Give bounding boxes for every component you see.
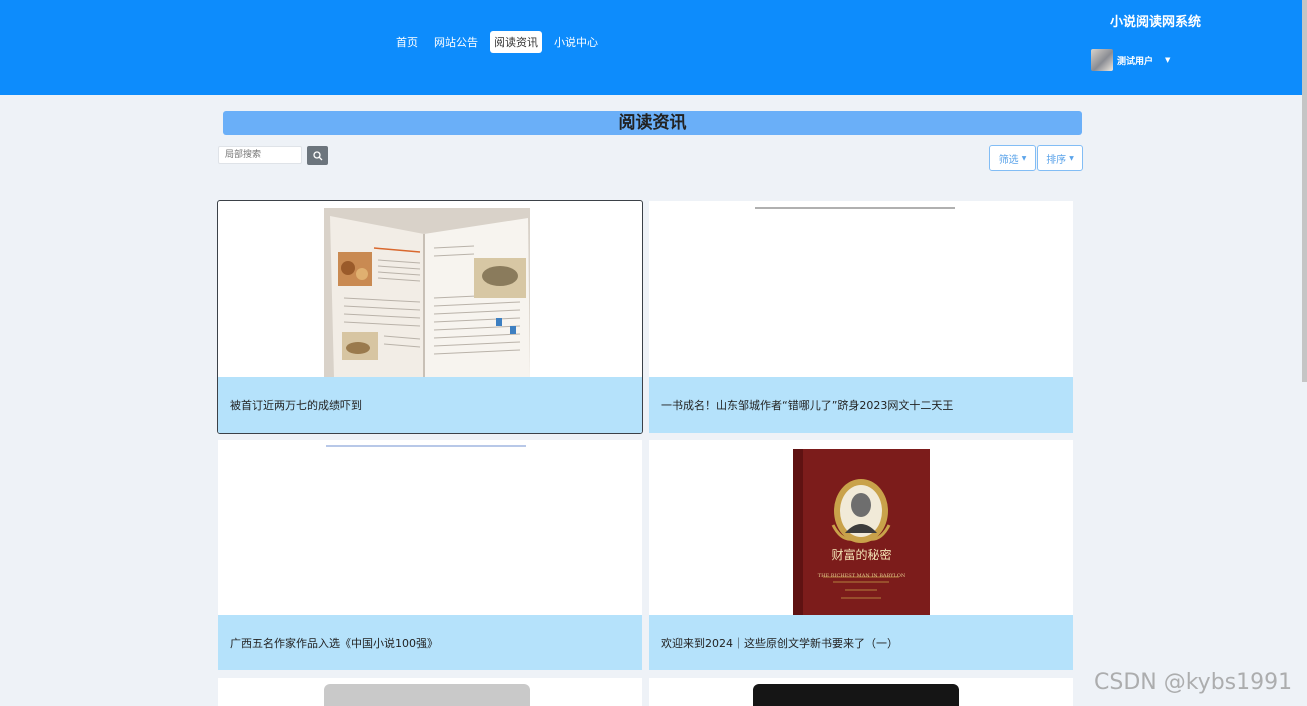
article-card[interactable] [649,678,1073,706]
top-navbar: 首页 网站公告 阅读资讯 小说中心 小说阅读网系统 测试用户 ▼ [0,0,1307,95]
article-card[interactable] [218,678,642,706]
nav-announcements[interactable]: 网站公告 [430,31,482,53]
search-icon [312,150,322,160]
article-card[interactable]: 一书成名！山东邹城作者“错哪儿了”跻身2023网文十二天王 [649,201,1073,433]
chevron-down-icon: ▼ [1021,154,1027,162]
scrollbar[interactable] [1302,0,1307,382]
avatar [1091,49,1113,71]
article-title: 被首订近两万七的成绩吓到 [218,377,642,433]
article-title: 一书成名！山东邹城作者“错哪儿了”跻身2023网文十二天王 [649,377,1073,433]
filter-label: 筛选 [998,154,1019,166]
user-menu[interactable]: 测试用户 ▼ [1091,49,1170,71]
article-card[interactable]: 财富的秘密 THE RICHEST MAN IN BABYLON 欢迎来到202… [649,440,1073,670]
article-title: 欢迎来到2024｜这些原创文学新书要来了（一） [649,615,1073,670]
article-image [753,684,959,706]
article-title: 广西五名作家作品入选《中国小说100强》 [218,615,642,670]
page-title: 阅读资讯 [223,111,1082,135]
book-cover-image: 财富的秘密 THE RICHEST MAN IN BABYLON [793,449,930,615]
article-image [324,684,530,706]
sort-label: 排序 [1046,154,1067,166]
article-image [755,207,955,209]
main-nav: 首页 网站公告 阅读资讯 小说中心 [392,31,602,53]
watermark: CSDN @kybs1991 [1094,670,1293,695]
chevron-down-icon: ▼ [1069,154,1074,162]
sort-dropdown-button[interactable]: 排序 ▼ [1037,145,1083,171]
system-title: 小说阅读网系统 [1110,15,1202,30]
search-input[interactable] [218,146,302,164]
article-image [324,208,530,378]
filter-dropdown-button[interactable]: 筛选 ▼ [989,145,1036,171]
user-name: 测试用户 [1117,56,1154,67]
article-card[interactable]: 被首订近两万七的成绩吓到 [217,200,643,434]
nav-novel-center[interactable]: 小说中心 [550,31,602,53]
nav-reading-news[interactable]: 阅读资讯 [490,31,542,53]
book-cover-title: 财富的秘密 [831,548,892,562]
nav-home[interactable]: 首页 [392,31,422,53]
article-card[interactable]: 广西五名作家作品入选《中国小说100强》 [218,440,642,670]
article-image [326,445,526,447]
book-cover-subtitle: THE RICHEST MAN IN BABYLON [817,573,906,579]
chevron-down-icon: ▼ [1165,56,1171,64]
search-button[interactable] [307,146,328,165]
